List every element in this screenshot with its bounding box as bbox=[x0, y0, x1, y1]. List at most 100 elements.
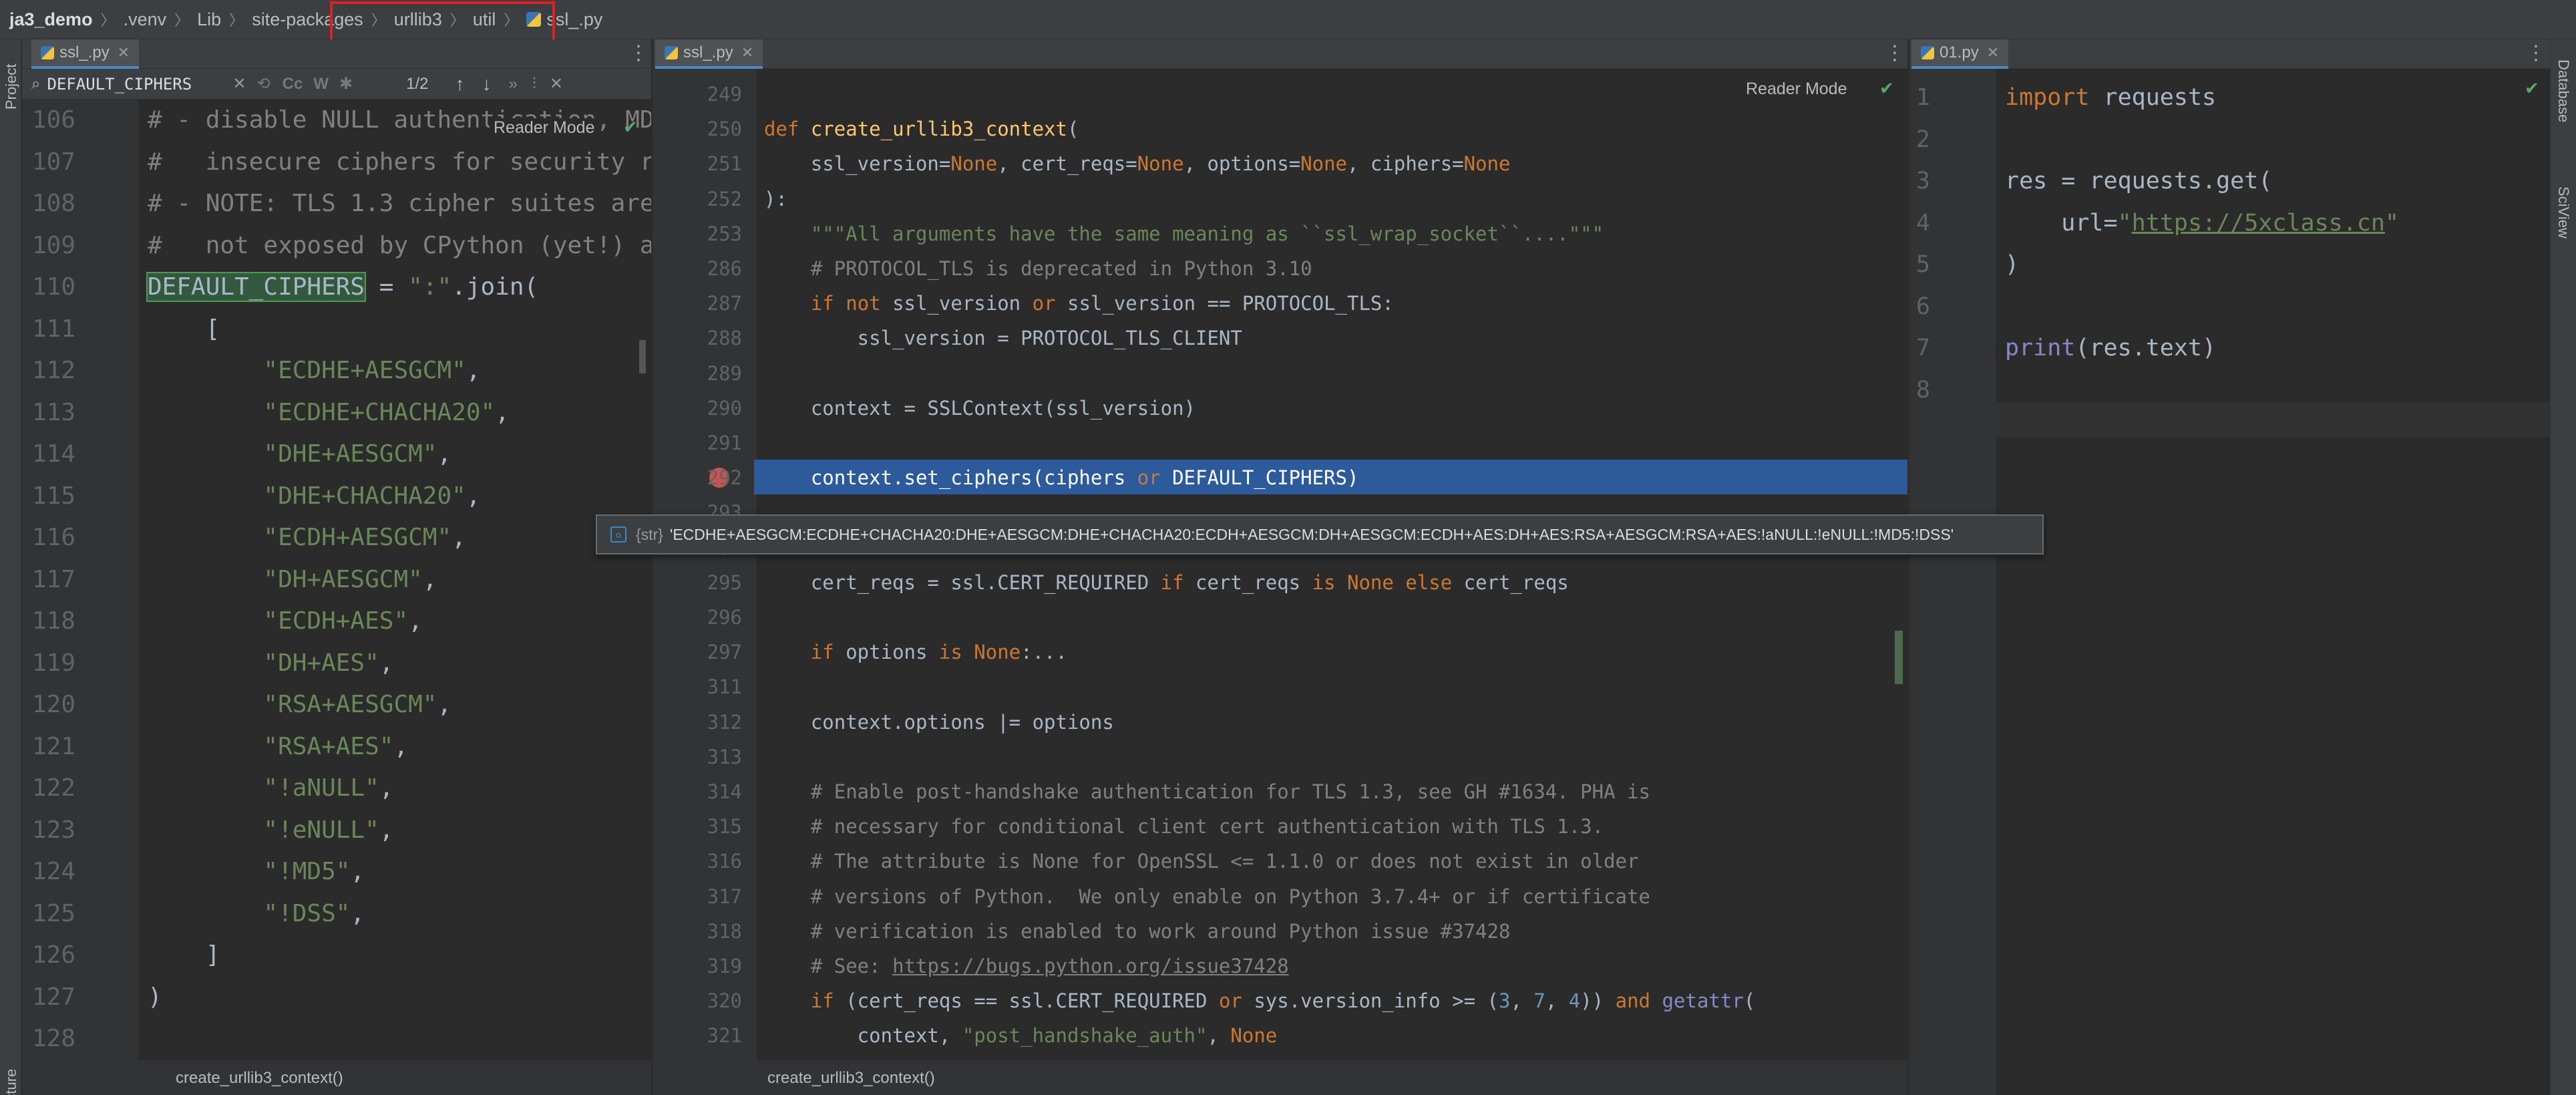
find-input[interactable] bbox=[47, 74, 228, 94]
close-icon[interactable]: ✕ bbox=[741, 44, 753, 61]
code-line[interactable]: DEFAULT_CIPHERS = ":".join( bbox=[146, 267, 538, 309]
line-number: 316 bbox=[707, 850, 742, 873]
code-line[interactable]: # - NOTE: TLS 1.3 cipher suites are mana… bbox=[148, 183, 651, 225]
code-line[interactable]: "ECDH+AESGCM", bbox=[148, 517, 466, 559]
tab-label: ssl_.py bbox=[59, 43, 110, 61]
python-file-icon bbox=[526, 12, 542, 27]
code-line[interactable]: if (cert_reqs == ssl.CERT_REQUIRED or sy… bbox=[764, 983, 1755, 1018]
code-line[interactable]: if not ssl_version or ssl_version == PRO… bbox=[764, 286, 1394, 321]
code-line[interactable]: "!eNULL", bbox=[148, 810, 393, 852]
more-options-icon[interactable]: ⋮ bbox=[1885, 43, 1905, 63]
code-line[interactable]: [ bbox=[148, 309, 220, 351]
line-number: 112 bbox=[31, 357, 75, 384]
function-crumb[interactable]: create_urllib3_context() bbox=[176, 1069, 343, 1088]
line-number: 313 bbox=[707, 745, 742, 768]
code-line[interactable]: print(res.text) bbox=[2005, 327, 2216, 369]
code-line[interactable]: context.set_ciphers(ciphers or DEFAULT_C… bbox=[764, 460, 1359, 495]
code-line[interactable]: # verification is enabled to work around… bbox=[764, 914, 1511, 949]
code-line[interactable]: # The attribute is None for OpenSSL <= 1… bbox=[764, 844, 1639, 879]
more-find-options-icon[interactable]: » bbox=[509, 75, 518, 94]
code-line[interactable]: "RSA+AESGCM", bbox=[148, 684, 451, 726]
code-line[interactable]: "DH+AESGCM", bbox=[148, 559, 437, 601]
line-number: 125 bbox=[31, 899, 75, 927]
breadcrumb-item[interactable]: ja3_demo bbox=[9, 9, 93, 30]
code-line[interactable]: ssl_version = PROTOCOL_TLS_CLIENT bbox=[764, 321, 1242, 355]
match-case-toggle[interactable]: Cc bbox=[283, 75, 303, 94]
match-count: 1/2 bbox=[406, 74, 429, 93]
code-line[interactable]: "DHE+AESGCM", bbox=[148, 434, 451, 476]
code-line[interactable]: context.options |= options bbox=[764, 705, 1114, 740]
code-line[interactable]: cert_reqs = ssl.CERT_REQUIRED if cert_re… bbox=[764, 565, 1569, 600]
reader-mode-button[interactable]: Reader Mode bbox=[1746, 80, 1847, 99]
code-line[interactable]: url="https://5xclass.cn" bbox=[2005, 202, 2399, 245]
inspection-ok-icon: ✔ bbox=[2525, 78, 2539, 98]
code-line[interactable]: # See: https://bugs.python.org/issue3742… bbox=[764, 949, 1289, 983]
next-occurrence-icon[interactable]: ↓ bbox=[482, 73, 492, 95]
tab-ssl-left[interactable]: ssl_.py ✕ bbox=[31, 39, 140, 69]
breadcrumb-item[interactable]: site-packages bbox=[252, 9, 363, 30]
search-icon: ⌕ bbox=[31, 74, 41, 93]
code-line[interactable]: # versions of Python. We only enable on … bbox=[764, 879, 1650, 914]
code-line[interactable]: context, "post_handshake_auth", None bbox=[764, 1018, 1278, 1053]
close-icon[interactable]: ✕ bbox=[118, 44, 130, 61]
whole-word-toggle[interactable]: W bbox=[313, 75, 329, 94]
line-number: 319 bbox=[707, 955, 742, 977]
code-line[interactable]: "!DSS", bbox=[148, 893, 365, 935]
sciview-tool-tab[interactable]: SciView bbox=[2555, 186, 2572, 239]
code-line[interactable]: ): bbox=[764, 182, 787, 216]
project-tool-tab[interactable]: Project bbox=[3, 64, 20, 110]
clear-icon[interactable]: ✕ bbox=[232, 74, 246, 94]
code-line[interactable]: res = requests.get( bbox=[2005, 160, 2272, 202]
value-text: 'ECDHE+AESGCM:ECDHE+CHACHA20:DHE+AESGCM:… bbox=[669, 525, 1954, 543]
code-line[interactable]: "ECDH+AES", bbox=[148, 601, 422, 643]
more-options-icon[interactable]: ⋮ bbox=[2526, 43, 2546, 63]
code-line[interactable]: "RSA+AES", bbox=[148, 726, 408, 768]
code-line[interactable]: "DHE+CHACHA20", bbox=[148, 476, 480, 518]
code-line[interactable]: "ECDHE+CHACHA20", bbox=[148, 392, 509, 434]
breadcrumb-item[interactable]: Lib bbox=[197, 9, 221, 30]
code-line[interactable]: "!MD5", bbox=[148, 851, 365, 893]
tab-ssl-middle[interactable]: ssl_.py ✕ bbox=[655, 39, 763, 69]
code-line[interactable]: """All arguments have the same meaning a… bbox=[764, 216, 1604, 251]
function-crumb[interactable]: create_urllib3_context() bbox=[767, 1069, 935, 1088]
regex-toggle[interactable]: ✱ bbox=[339, 74, 353, 94]
previous-occurrence-icon[interactable]: ↑ bbox=[455, 73, 465, 95]
code-line[interactable]: "DH+AES", bbox=[148, 643, 393, 685]
code-line[interactable]: # insecure ciphers for security reasons. bbox=[148, 142, 651, 184]
inspection-ok-icon: ✔ bbox=[623, 117, 638, 137]
code-line[interactable]: import requests bbox=[2005, 77, 2216, 119]
debug-value-tooltip: o {str} 'ECDHE+AESGCM:ECDHE+CHACHA20:DHE… bbox=[596, 514, 2044, 555]
database-tool-tab[interactable]: Database bbox=[2555, 59, 2572, 122]
scrollbar-thumb[interactable] bbox=[639, 340, 646, 373]
code-line[interactable]: # Enable post-handshake authentication f… bbox=[764, 774, 1650, 809]
tab-label: 01.py bbox=[1940, 43, 1979, 61]
code-line[interactable]: ssl_version=None, cert_reqs=None, option… bbox=[764, 146, 1511, 181]
breadcrumb: ja3_demo 〉 .venv 〉 Lib 〉 site-packages 〉 urllib3… bbox=[0, 0, 2576, 39]
reader-mode-button[interactable]: Reader Mode bbox=[490, 118, 599, 138]
breadcrumb-item[interactable]: urllib3 bbox=[394, 9, 442, 30]
regex-history-icon[interactable]: ⟲ bbox=[257, 74, 270, 94]
structure-tool-tab[interactable]: Structure bbox=[3, 1069, 20, 1095]
breadcrumb-item[interactable]: util bbox=[473, 9, 496, 30]
code-line[interactable]: ] bbox=[148, 935, 220, 977]
code-line[interactable]: "ECDHE+AESGCM", bbox=[148, 350, 480, 392]
close-find-icon[interactable]: ✕ bbox=[550, 74, 563, 94]
code-line[interactable]: "!aNULL", bbox=[148, 768, 393, 810]
python-file-icon bbox=[1921, 46, 1934, 59]
filter-icon[interactable]: ⫶ bbox=[532, 75, 536, 94]
more-options-icon[interactable]: ⋮ bbox=[628, 43, 649, 63]
breadcrumb-item[interactable]: ssl_.py bbox=[546, 9, 602, 30]
code-line[interactable]: # not exposed by CPython (yet!) and are … bbox=[148, 225, 651, 267]
close-icon[interactable]: ✕ bbox=[1987, 44, 1999, 61]
code-line[interactable]: # necessary for conditional client cert … bbox=[764, 809, 1604, 844]
code-line[interactable]: def create_urllib3_context( bbox=[764, 112, 1079, 146]
code-line[interactable]: ) bbox=[2005, 244, 2019, 286]
tab-01[interactable]: 01.py ✕ bbox=[1911, 39, 2009, 69]
line-number: 318 bbox=[707, 919, 742, 943]
code-line[interactable]: if options is None:... bbox=[764, 635, 1067, 669]
code-line[interactable]: # PROTOCOL_TLS is deprecated in Python 3… bbox=[764, 251, 1312, 286]
breadcrumb-item[interactable]: .venv bbox=[124, 9, 167, 30]
line-number: 109 bbox=[31, 231, 75, 259]
code-line[interactable]: context = SSLContext(ssl_version) bbox=[764, 391, 1195, 426]
code-line[interactable]: ) bbox=[148, 977, 162, 1019]
